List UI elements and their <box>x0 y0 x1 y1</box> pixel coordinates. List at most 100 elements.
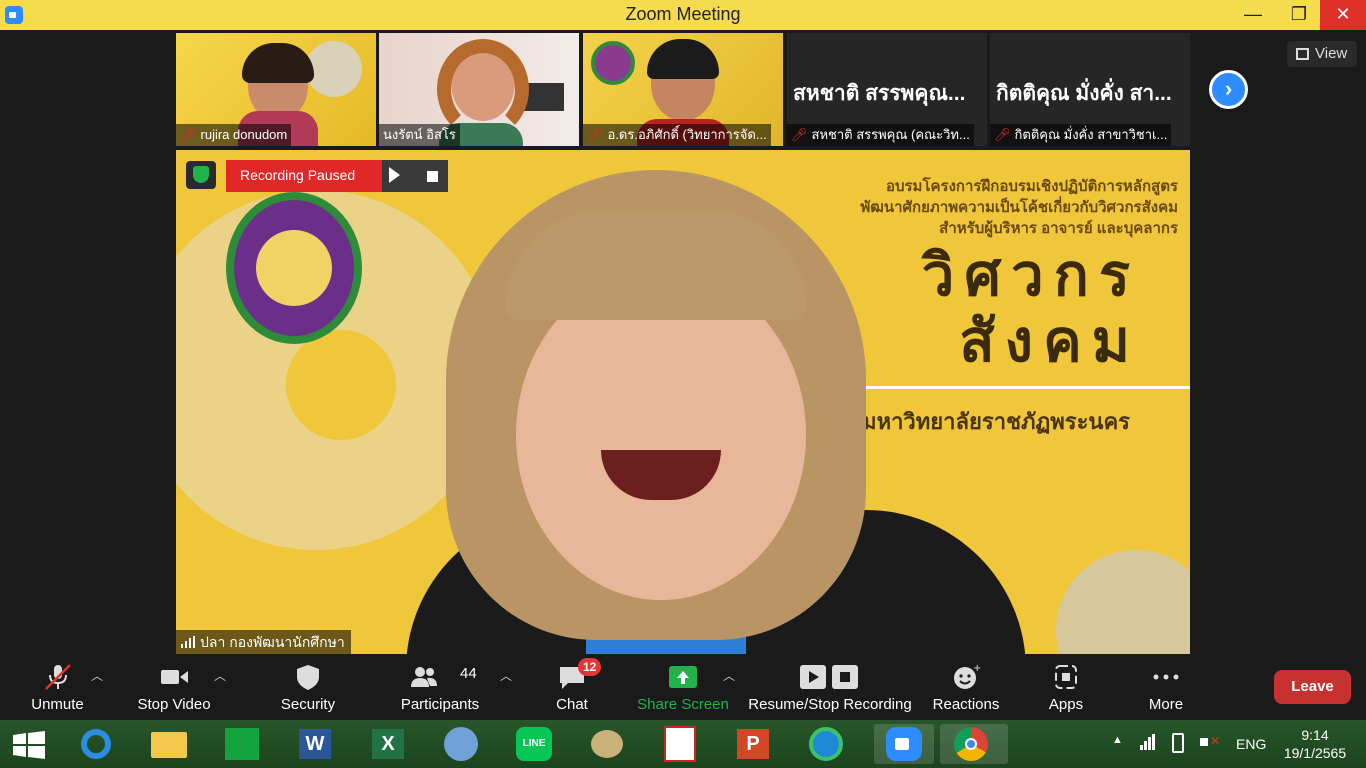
more-label: More <box>1148 696 1184 713</box>
banner-subtitle: สังคม <box>959 309 1140 374</box>
chat-unread-badge: 12 <box>578 658 602 676</box>
security-button[interactable]: Security <box>270 655 346 720</box>
participant-tile[interactable]: 🎤︎ อ.ดร.อภิศักดิ์ (วิทยาการจัด... <box>583 33 783 146</box>
powerpoint-icon[interactable]: P <box>732 724 774 764</box>
participants-options-caret[interactable]: ︿ <box>500 667 512 684</box>
participant-name: สหชาติ สรรพคุณ (คณะวิท... <box>811 127 970 142</box>
speaker-name: ปลา กองพัฒนานักศึกษา <box>200 634 345 650</box>
mic-muted-icon: 🎤︎ <box>791 127 808 142</box>
chrome-icon[interactable] <box>940 724 1008 764</box>
zoom-window: Zoom Meeting — ❐ ✕ 🎤︎ rujira donudom นงรั… <box>0 0 1366 720</box>
math-app-icon[interactable] <box>440 724 482 764</box>
clock-time: 9:14 <box>1301 727 1329 743</box>
participants-count: 44 <box>460 665 477 682</box>
unmute-label: Unmute <box>31 696 84 713</box>
stop-video-button[interactable]: Stop Video <box>130 655 218 720</box>
participant-name: rujira donudom <box>200 127 288 142</box>
banner-divider <box>836 386 1190 389</box>
share-screen-button[interactable]: Share Screen <box>636 655 730 720</box>
paint-icon[interactable] <box>586 724 628 764</box>
battery-icon[interactable] <box>1172 733 1184 753</box>
minimize-button[interactable]: — <box>1230 0 1276 30</box>
next-page-button[interactable]: › <box>1209 70 1248 109</box>
participant-tile[interactable]: กิตติคุณ มั่งคั่ง สา... 🎤︎ กิตติคุณ มั่งค… <box>990 33 1190 146</box>
signal-strength-icon <box>181 636 195 648</box>
start-button[interactable] <box>13 731 45 759</box>
microphone-muted-icon <box>44 664 71 690</box>
word-icon[interactable]: W <box>294 724 336 764</box>
grid-view-icon <box>1296 48 1309 60</box>
edge-icon[interactable] <box>805 724 847 764</box>
resume-recording-icon[interactable] <box>389 167 400 183</box>
excel-icon[interactable]: X <box>367 724 409 764</box>
monitor-decor <box>524 83 564 111</box>
maximize-button[interactable]: ❐ <box>1276 0 1322 30</box>
mic-muted-icon: 🎤︎ <box>180 127 197 142</box>
share-options-caret[interactable]: ︿ <box>723 667 735 684</box>
active-speaker-video[interactable]: อบรมโครงการฝึกอบรมเชิงปฏิบัติการหลักสูตร… <box>176 150 1190 654</box>
resume-stop-recording-button[interactable]: Resume/Stop Recording <box>746 655 914 720</box>
university-logo <box>591 41 635 85</box>
gear-decor <box>1056 550 1190 654</box>
more-button[interactable]: More <box>1136 655 1196 720</box>
mic-muted-icon: 🎤︎ <box>994 127 1011 142</box>
ellipsis-icon <box>1153 674 1179 680</box>
chat-label: Chat <box>556 696 588 713</box>
title-bar: Zoom Meeting — ❐ ✕ <box>0 0 1366 30</box>
video-options-caret[interactable]: ︿ <box>214 667 226 684</box>
meeting-toolbar: Unmute ︿ Stop Video ︿ Security 44 Partic… <box>0 655 1366 720</box>
language-indicator[interactable]: ENG <box>1236 736 1266 752</box>
participant-big-name: กิตติคุณ มั่งคั่ง สา... <box>996 82 1172 105</box>
participant-name: นงรัตน์ อิสโร <box>383 127 456 142</box>
line-app-icon[interactable]: LINE <box>513 724 555 764</box>
microsoft-store-icon[interactable] <box>221 724 263 764</box>
mic-muted-icon: 🎤︎ <box>587 127 604 142</box>
recording-status-label: Recording Paused <box>226 160 382 192</box>
participant-tile[interactable]: สหชาติ สรรพคุณ... 🎤︎ สหชาติ สรรพคุณ (คณะว… <box>787 33 987 146</box>
clock-date: 19/1/2565 <box>1283 745 1347 761</box>
apps-button[interactable]: Apps <box>1036 655 1096 720</box>
video-camera-icon <box>161 670 188 684</box>
participants-label: Participants <box>400 696 480 713</box>
security-shield-icon[interactable] <box>186 161 216 189</box>
banner-university: มหาวิทยาลัยราชภัฏพระนคร <box>862 409 1130 434</box>
chat-button[interactable]: 12 Chat <box>544 655 602 720</box>
recording-label: Resume/Stop Recording <box>748 696 912 713</box>
banner-title: วิศวกร <box>921 243 1140 308</box>
reactions-label: Reactions <box>932 696 1000 713</box>
zoom-taskbar-icon[interactable] <box>874 724 934 764</box>
shield-icon <box>297 665 319 690</box>
clock[interactable]: 9:14 19/1/2565 <box>1280 726 1350 762</box>
reactions-button[interactable]: + Reactions <box>928 655 1004 720</box>
recording-status-bar: Recording Paused <box>226 160 448 192</box>
share-screen-icon <box>669 666 697 688</box>
network-icon[interactable] <box>1140 734 1156 750</box>
participants-button[interactable]: 44 Participants <box>396 655 484 720</box>
participant-big-name: สหชาติ สรรพคุณ... <box>793 82 966 105</box>
show-hidden-icons-caret[interactable]: ▲ <box>1112 734 1123 746</box>
file-explorer-icon[interactable] <box>148 724 190 764</box>
participant-name: อ.ดร.อภิศักดิ์ (วิทยาการจัด... <box>607 127 767 142</box>
apps-label: Apps <box>1048 696 1084 713</box>
participant-name: กิตติคุณ มั่งคั่ง สาขาวิชาเ... <box>1014 127 1168 142</box>
svg-text:+: + <box>973 663 981 674</box>
internet-explorer-icon[interactable] <box>75 724 117 764</box>
recording-controls-icon <box>800 665 858 689</box>
close-button[interactable]: ✕ <box>1320 0 1366 30</box>
leave-button[interactable]: Leave <box>1274 670 1351 704</box>
apps-icon <box>1055 665 1077 689</box>
view-label: View <box>1315 45 1348 62</box>
window-title: Zoom Meeting <box>625 4 741 24</box>
gear-decor <box>306 41 362 97</box>
unmute-button[interactable]: Unmute <box>20 655 95 720</box>
participant-tile[interactable]: 🎤︎ rujira donudom <box>176 33 376 146</box>
view-button[interactable]: View <box>1287 41 1357 67</box>
speaker-muted-icon[interactable]: ✕ <box>1200 734 1220 750</box>
participant-tile[interactable]: นงรัตน์ อิสโร <box>379 33 579 146</box>
security-label: Security <box>280 696 336 713</box>
windows-taskbar: W X LINE P ▲ ✕ ENG 9:14 19/1/2565 <box>0 720 1366 768</box>
stop-recording-icon[interactable] <box>427 171 438 182</box>
share-screen-label: Share Screen <box>637 696 729 713</box>
lisrel-icon[interactable] <box>659 724 701 764</box>
audio-options-caret[interactable]: ︿ <box>91 667 103 684</box>
